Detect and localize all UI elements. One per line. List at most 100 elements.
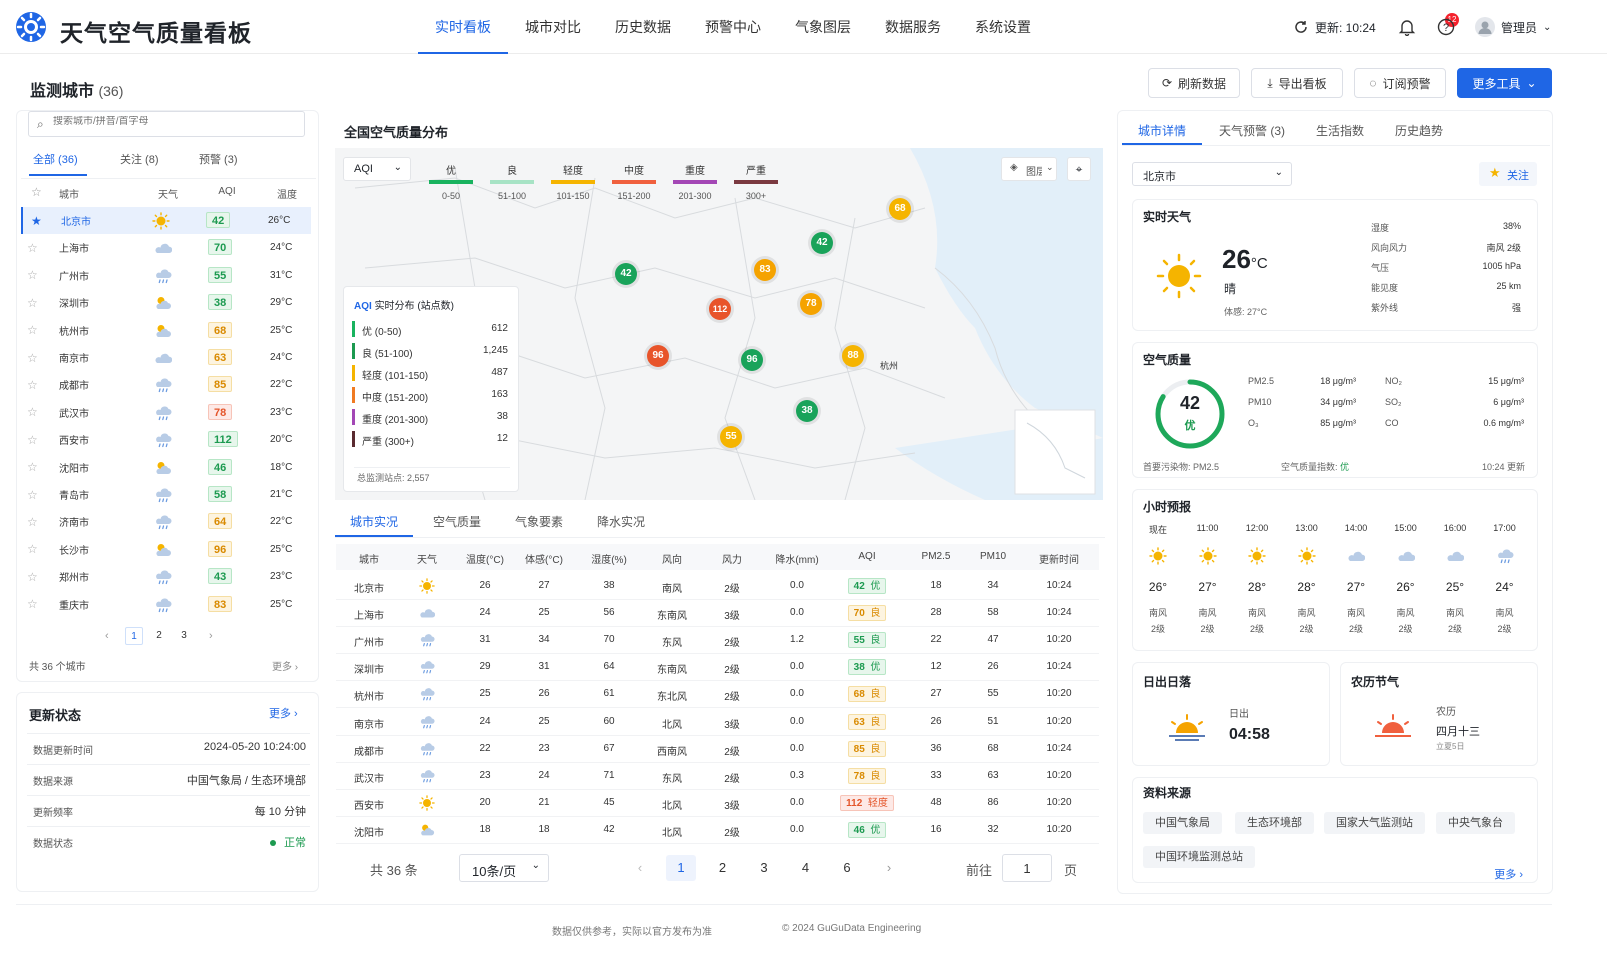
nav-tab-5[interactable]: 数据服务 — [868, 0, 958, 54]
update-indicator[interactable]: 更新: 10:24 — [1293, 0, 1376, 54]
prev-page-button[interactable]: ‹ — [625, 855, 655, 881]
star-icon[interactable]: ☆ — [27, 405, 38, 419]
nav-tab-6[interactable]: 系统设置 — [958, 0, 1048, 54]
notifications-button[interactable] — [1398, 0, 1416, 54]
star-icon[interactable]: ☆ — [27, 323, 38, 337]
city-list-item[interactable]: ☆ 郑州市 43 23°C — [17, 563, 318, 590]
page-button[interactable]: 1 — [125, 627, 143, 645]
export-dashboard-button[interactable]: ⤓ 导出看板 — [1251, 68, 1343, 98]
city-list-item[interactable]: ☆ 重庆市 83 25°C — [17, 591, 318, 618]
more-tools-button[interactable]: 更多工具 ⌄ — [1457, 68, 1552, 98]
city-list-item[interactable]: ☆ 上海市 70 24°C — [17, 234, 318, 261]
nav-tab-2[interactable]: 历史数据 — [598, 0, 688, 54]
page-size-select[interactable]: 10条/页 ⌄ — [459, 854, 549, 882]
data-source-chip[interactable]: 中国环境监测总站 — [1143, 846, 1255, 868]
star-icon[interactable]: ☆ — [27, 378, 38, 392]
next-page-button[interactable]: › — [874, 855, 904, 881]
page-button[interactable]: 1 — [666, 855, 696, 881]
city-list-item[interactable]: ☆ 西安市 112 20°C — [17, 426, 318, 453]
map-aqi-marker[interactable]: 83 — [754, 259, 776, 281]
subscribe-alert-button[interactable]: ◌ 订阅预警 — [1354, 68, 1446, 98]
refresh-data-button[interactable]: ⟳ 刷新数据 — [1148, 68, 1240, 98]
city-list-item[interactable]: ☆ 杭州市 68 25°C — [17, 317, 318, 344]
current-weather-title: 实时天气 — [1143, 210, 1192, 224]
next-page-button[interactable]: › — [209, 630, 213, 642]
page-button[interactable]: 6 — [832, 855, 862, 881]
nav-tab-1[interactable]: 城市对比 — [508, 0, 598, 54]
detail-tab-2[interactable]: 生活指数 — [1316, 122, 1364, 139]
follow-city-button[interactable]: ★ 关注 — [1479, 162, 1537, 186]
map-metric-select[interactable]: AQI ⌄ — [343, 157, 411, 181]
map-aqi-marker[interactable]: 78 — [800, 293, 822, 315]
star-icon[interactable]: ☆ — [27, 241, 38, 255]
page-button[interactable]: 3 — [749, 855, 779, 881]
city-search-box[interactable]: ⌕ — [28, 111, 305, 137]
help-button[interactable]: ? — [1437, 0, 1455, 54]
city-list-item[interactable]: ☆ 深圳市 38 29°C — [17, 289, 318, 316]
forecast-wind-dir: 南风 — [1396, 608, 1415, 618]
data-source-chip[interactable]: 国家大气监测站 — [1324, 812, 1425, 834]
update-status-more-link[interactable]: 更多 › — [269, 705, 298, 721]
city-filter-tab-1[interactable]: 关注 (8) — [120, 151, 159, 167]
star-icon[interactable]: ☆ — [27, 515, 38, 529]
star-icon[interactable]: ☆ — [27, 460, 38, 474]
city-list-item[interactable]: ☆ 长沙市 96 25°C — [17, 536, 318, 563]
city-list-item[interactable]: ☆ 沈阳市 46 18°C — [17, 454, 318, 481]
city-list-item[interactable]: ☆ 广州市 55 31°C — [17, 262, 318, 289]
data-source-chip[interactable]: 中央气象台 — [1436, 812, 1515, 834]
map-aqi-marker[interactable]: 55 — [720, 426, 742, 448]
city-list-item[interactable]: ☆ 成都市 85 22°C — [17, 371, 318, 398]
page-button[interactable]: 2 — [708, 855, 738, 881]
city-list-more-link[interactable]: 更多 › — [272, 658, 298, 673]
map-layers-button[interactable]: ◈ 图层 ⌄ — [1001, 157, 1057, 181]
city-list-item[interactable]: ☆ 武汉市 78 23°C — [17, 399, 318, 426]
city-select[interactable]: 北京市 ⌄ — [1132, 162, 1292, 186]
star-icon[interactable]: ☆ — [27, 570, 38, 584]
detail-tab-0[interactable]: 城市详情 — [1138, 122, 1186, 139]
map-aqi-marker[interactable]: 96 — [741, 349, 763, 371]
goto-page-input[interactable] — [1002, 854, 1052, 882]
page-button[interactable]: 2 — [150, 627, 168, 645]
map-aqi-marker[interactable]: 96 — [647, 345, 669, 367]
nav-tab-3[interactable]: 预警中心 — [688, 0, 778, 54]
nav-tab-4[interactable]: 气象图层 — [778, 0, 868, 54]
data-source-chip[interactable]: 中国气象局 — [1143, 812, 1222, 834]
star-icon[interactable]: ☆ — [27, 351, 38, 365]
star-icon[interactable]: ☆ — [27, 542, 38, 556]
map-aqi-marker[interactable]: 112 — [709, 298, 731, 320]
star-icon[interactable]: ☆ — [27, 268, 38, 282]
aqi-badge: 63 — [208, 349, 233, 365]
table-tab-0[interactable]: 城市实况 — [350, 513, 398, 530]
table-cell-h: 61 — [603, 688, 615, 700]
map-aqi-marker[interactable]: 42 — [811, 232, 833, 254]
star-icon[interactable]: ★ — [31, 214, 42, 228]
star-icon[interactable]: ☆ — [27, 597, 38, 611]
star-icon[interactable]: ☆ — [27, 488, 38, 502]
city-filter-tab-2[interactable]: 预警 (3) — [199, 151, 238, 167]
city-list-item[interactable]: ★ 北京市 42 26°C — [21, 207, 311, 234]
nav-tab-0[interactable]: 实时看板 — [418, 0, 508, 54]
city-list-item[interactable]: ☆ 南京市 63 24°C — [17, 344, 318, 371]
page-button[interactable]: 4 — [791, 855, 821, 881]
map-aqi-marker[interactable]: 68 — [889, 198, 911, 220]
city-list-item[interactable]: ☆ 青岛市 58 21°C — [17, 481, 318, 508]
table-tab-3[interactable]: 降水实况 — [597, 513, 645, 530]
data-source-chip[interactable]: 生态环境部 — [1235, 812, 1314, 834]
page-button[interactable]: 3 — [175, 627, 193, 645]
map-aqi-marker[interactable]: 38 — [796, 400, 818, 422]
user-menu[interactable]: 管理员 ⌄ — [1475, 0, 1551, 54]
star-icon[interactable]: ☆ — [27, 296, 38, 310]
prev-page-button[interactable]: ‹ — [105, 630, 109, 642]
detail-tab-3[interactable]: 历史趋势 — [1395, 122, 1443, 139]
map-locate-button[interactable]: ⌖ — [1067, 157, 1091, 181]
city-search-input[interactable] — [53, 116, 293, 127]
star-icon[interactable]: ☆ — [27, 433, 38, 447]
city-filter-tab-0[interactable]: 全部 (36) — [33, 151, 78, 167]
table-tab-1[interactable]: 空气质量 — [433, 513, 481, 530]
table-tab-2[interactable]: 气象要素 — [515, 513, 563, 530]
city-list-item[interactable]: ☆ 济南市 64 22°C — [17, 508, 318, 535]
detail-tab-1[interactable]: 天气预警 (3) — [1219, 122, 1285, 139]
sources-more-link[interactable]: 更多 › — [1494, 866, 1523, 882]
map-aqi-marker[interactable]: 42 — [615, 263, 637, 285]
map-aqi-marker[interactable]: 88 — [842, 345, 864, 367]
